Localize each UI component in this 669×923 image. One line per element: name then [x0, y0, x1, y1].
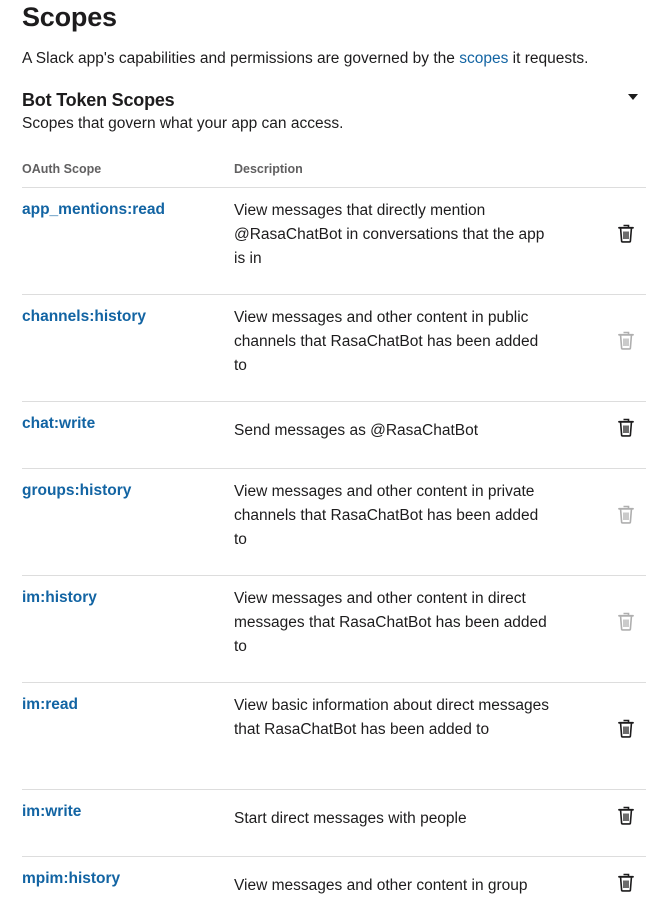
scopes-table: app_mentions:read View messages that dire…: [22, 187, 646, 923]
scope-description: View basic information about direct mess…: [234, 697, 550, 738]
section-subtitle: Scopes that govern what your app can acc…: [22, 115, 344, 132]
table-row: im:history View messages and other conten…: [22, 575, 646, 682]
trash-icon[interactable]: [618, 806, 634, 825]
intro-text: A Slack app's capabilities and permissio…: [22, 50, 588, 68]
table-row: groups:history View messages and other co…: [22, 468, 646, 575]
scope-name[interactable]: im:history: [22, 589, 97, 607]
trash-icon[interactable]: [618, 719, 634, 738]
trash-icon: [618, 612, 634, 631]
trash-icon[interactable]: [618, 224, 634, 243]
trash-icon: [618, 505, 634, 524]
scope-name[interactable]: groups:history: [22, 482, 131, 500]
scope-description: View messages and other content in priva…: [234, 483, 539, 548]
intro-prefix: A Slack app's capabilities and permissio…: [22, 50, 460, 67]
caret-down-icon[interactable]: [628, 94, 638, 100]
table-row: im:read View basic information about dire…: [22, 682, 646, 789]
table-row: app_mentions:read View messages that dire…: [22, 187, 646, 294]
trash-icon[interactable]: [618, 873, 634, 892]
scope-name[interactable]: im:read: [22, 696, 78, 714]
column-header-oauth-scope: OAuth Scope: [22, 162, 102, 176]
page-title: Scopes: [22, 2, 117, 32]
intro-suffix: it requests.: [508, 50, 589, 67]
table-row: im:write Start direct messages with peopl…: [22, 789, 646, 856]
table-row: channels:history View messages and other …: [22, 294, 646, 401]
scope-description: View messages and other content in group: [234, 877, 528, 894]
scope-description: View messages that directly mention @Ras…: [234, 202, 545, 267]
scope-name[interactable]: channels:history: [22, 308, 146, 326]
scope-description: View messages and other content in direc…: [234, 590, 547, 655]
table-row: chat:write Send messages as @RasaChatBot: [22, 401, 646, 468]
scope-description: Start direct messages with people: [234, 810, 467, 827]
trash-icon: [618, 331, 634, 350]
scope-name[interactable]: chat:write: [22, 415, 95, 433]
scope-description: View messages and other content in publi…: [234, 309, 539, 374]
table-row: mpim:history View messages and other cont…: [22, 856, 646, 923]
scope-name[interactable]: app_mentions:read: [22, 201, 165, 219]
scope-name[interactable]: mpim:history: [22, 870, 120, 888]
scopes-link[interactable]: scopes: [459, 50, 508, 67]
trash-icon[interactable]: [618, 418, 634, 437]
section-title: Bot Token Scopes: [22, 90, 175, 110]
column-header-description: Description: [234, 162, 303, 176]
scope-description: Send messages as @RasaChatBot: [234, 422, 479, 439]
scope-name[interactable]: im:write: [22, 803, 81, 821]
